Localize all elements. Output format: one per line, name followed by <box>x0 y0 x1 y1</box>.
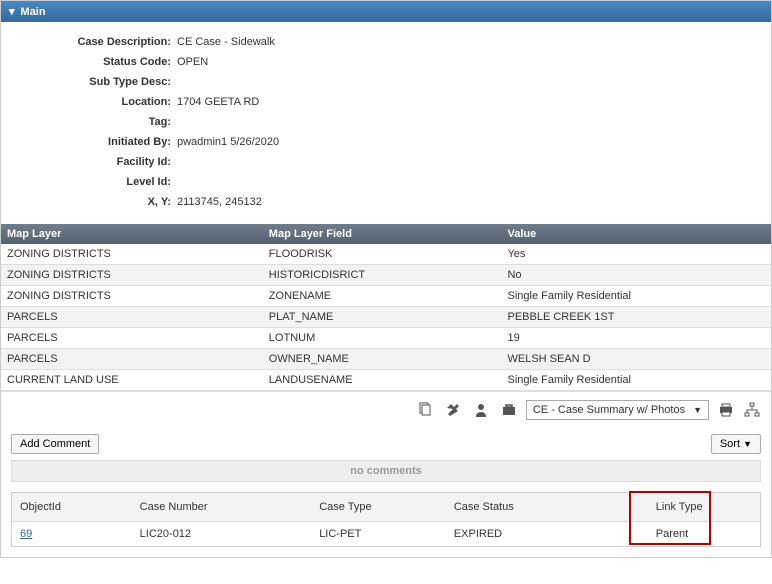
detail-label: Facility Id: <box>17 156 177 168</box>
col-value[interactable]: Value <box>501 224 771 244</box>
no-comments-banner: no comments <box>11 460 761 482</box>
details-section: Case Description:CE Case - Sidewalk Stat… <box>1 22 771 224</box>
detail-value: 1704 GEETA RD <box>177 96 259 108</box>
detail-row: X, Y:2113745, 245132 <box>17 192 755 212</box>
detail-label: Level Id: <box>17 176 177 188</box>
table-row: PARCELSPLAT_NAMEPEBBLE CREEK 1ST <box>1 307 771 328</box>
caret-down-icon: ▼ <box>693 405 702 415</box>
add-comment-button[interactable]: Add Comment <box>11 434 99 454</box>
col-case-type[interactable]: Case Type <box>311 493 446 522</box>
report-select[interactable]: CE - Case Summary w/ Photos ▼ <box>526 400 709 420</box>
table-row: PARCELSOWNER_NAMEWELSH SEAN D <box>1 349 771 370</box>
col-link-type[interactable]: Link Type <box>648 493 760 522</box>
table-row: ZONING DISTRICTSHISTORICDISRICTNo <box>1 265 771 286</box>
table-row: ZONING DISTRICTSFLOODRISKYes <box>1 244 771 265</box>
table-row: CURRENT LAND USELANDUSENAMESingle Family… <box>1 370 771 391</box>
detail-label: Location: <box>17 96 177 108</box>
collapse-icon: ▾ <box>9 5 15 18</box>
detail-value: OPEN <box>177 56 208 68</box>
panel-header[interactable]: ▾ Main <box>1 1 771 22</box>
case-status-cell: EXPIRED <box>446 522 648 547</box>
detail-value: 2113745, 245132 <box>177 196 262 208</box>
linked-cases-grid: ObjectId Case Number Case Type Case Stat… <box>12 493 760 546</box>
detail-row: Tag: <box>17 112 755 132</box>
case-number-cell: LIC20-012 <box>132 522 312 547</box>
hammer-icon[interactable] <box>444 401 462 419</box>
col-case-status[interactable]: Case Status <box>446 493 648 522</box>
linked-cases-panel: ObjectId Case Number Case Type Case Stat… <box>11 492 761 547</box>
detail-value: pwadmin1 5/26/2020 <box>177 136 279 148</box>
table-row: PARCELSLOTNUM19 <box>1 328 771 349</box>
detail-row: Location:1704 GEETA RD <box>17 92 755 112</box>
map-layer-grid: Map Layer Map Layer Field Value ZONING D… <box>1 224 771 391</box>
detail-row: Level Id: <box>17 172 755 192</box>
detail-row: Facility Id: <box>17 152 755 172</box>
table-row: 69 LIC20-012 LIC-PET EXPIRED Parent <box>12 522 760 547</box>
person-icon[interactable] <box>472 401 490 419</box>
table-row: ZONING DISTRICTSZONENAMESingle Family Re… <box>1 286 771 307</box>
hierarchy-icon[interactable] <box>743 401 761 419</box>
col-case-number[interactable]: Case Number <box>132 493 312 522</box>
copy-icon[interactable] <box>416 401 434 419</box>
case-type-cell: LIC-PET <box>311 522 446 547</box>
col-map-layer-field[interactable]: Map Layer Field <box>263 224 502 244</box>
col-objectid[interactable]: ObjectId <box>12 493 132 522</box>
detail-value: CE Case - Sidewalk <box>177 36 275 48</box>
print-icon[interactable] <box>717 401 735 419</box>
detail-label: X, Y: <box>17 196 177 208</box>
objectid-link[interactable]: 69 <box>12 522 132 547</box>
detail-row: Case Description:CE Case - Sidewalk <box>17 32 755 52</box>
link-type-cell: Parent <box>648 522 760 547</box>
detail-label: Status Code: <box>17 56 177 68</box>
detail-label: Tag: <box>17 116 177 128</box>
toolbar: CE - Case Summary w/ Photos ▼ <box>1 391 771 428</box>
main-panel: ▾ Main Case Description:CE Case - Sidewa… <box>0 0 772 558</box>
detail-label: Sub Type Desc: <box>17 76 177 88</box>
detail-row: Initiated By:pwadmin1 5/26/2020 <box>17 132 755 152</box>
comment-bar: Add Comment Sort ▼ <box>1 428 771 460</box>
sort-button[interactable]: Sort ▼ <box>711 434 761 454</box>
detail-label: Case Description: <box>17 36 177 48</box>
detail-row: Sub Type Desc: <box>17 72 755 92</box>
panel-title: Main <box>21 6 46 18</box>
report-select-label: CE - Case Summary w/ Photos <box>533 404 685 416</box>
detail-row: Status Code:OPEN <box>17 52 755 72</box>
detail-label: Initiated By: <box>17 136 177 148</box>
col-map-layer[interactable]: Map Layer <box>1 224 263 244</box>
briefcase-icon[interactable] <box>500 401 518 419</box>
caret-down-icon: ▼ <box>743 439 752 449</box>
